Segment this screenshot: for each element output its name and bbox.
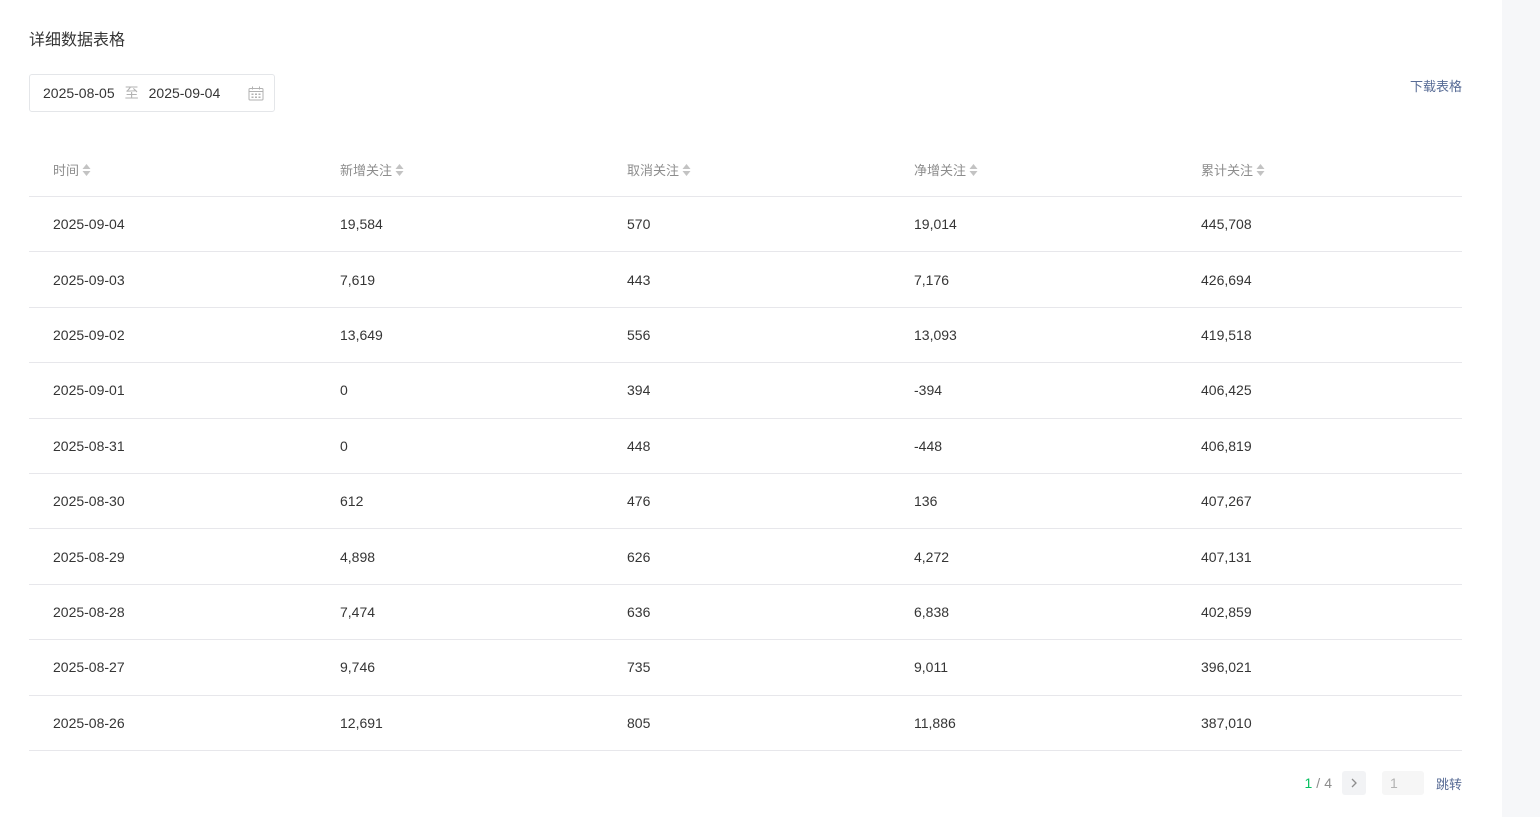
jump-button[interactable]: 跳转 [1436, 774, 1462, 793]
cell-cancel: 805 [627, 714, 651, 731]
cell-total: 407,267 [1201, 493, 1252, 510]
cell-date: 2025-08-30 [53, 493, 125, 510]
total-pages: 4 [1324, 775, 1332, 791]
column-header-unfollows[interactable]: 取消关注 [603, 160, 890, 179]
cell-total: 426,694 [1201, 271, 1252, 288]
table-row: 2025-09-01 0 394 -394 406,425 [29, 363, 1462, 419]
cell-new: 12,691 [340, 714, 383, 731]
cell-total: 396,021 [1201, 659, 1252, 676]
current-page: 1 [1304, 775, 1313, 791]
cell-date: 2025-08-31 [53, 437, 125, 454]
table-row: 2025-08-31 0 448 -448 406,819 [29, 419, 1462, 474]
cell-cancel: 476 [627, 493, 651, 510]
cell-new: 7,619 [340, 271, 376, 288]
cell-total: 445,708 [1201, 216, 1252, 233]
data-table: 时间 新增关注 取消关注 净增关注 累计关注 2025-09-04 19,584… [29, 142, 1462, 751]
table-row: 2025-08-30 612 476 136 407,267 [29, 474, 1462, 530]
table-row: 2025-08-29 4,898 626 4,272 407,131 [29, 529, 1462, 585]
cell-new: 4,898 [340, 548, 376, 565]
cell-total: 407,131 [1201, 548, 1252, 565]
page-number-input[interactable] [1381, 771, 1424, 795]
date-end[interactable]: 2025-09-04 [149, 85, 221, 101]
date-separator: 至 [124, 85, 139, 101]
calendar-icon[interactable] [248, 86, 264, 101]
cell-cancel: 556 [627, 326, 651, 343]
date-start[interactable]: 2025-08-05 [43, 85, 115, 101]
cell-cancel: 636 [627, 603, 651, 620]
column-header-time[interactable]: 时间 [29, 160, 316, 179]
sort-icon[interactable] [82, 163, 91, 177]
cell-total: 419,518 [1201, 326, 1252, 343]
cell-date: 2025-09-04 [53, 216, 125, 233]
table-row: 2025-08-26 12,691 805 11,886 387,010 [29, 696, 1462, 751]
cell-cancel: 448 [627, 437, 651, 454]
cell-cancel: 394 [627, 382, 651, 399]
sort-icon[interactable] [1256, 163, 1265, 177]
table-row: 2025-09-02 13,649 556 13,093 419,518 [29, 308, 1462, 364]
sort-icon[interactable] [395, 163, 404, 177]
cell-date: 2025-08-29 [53, 548, 125, 565]
table-row: 2025-08-27 9,746 735 9,011 396,021 [29, 640, 1462, 696]
cell-date: 2025-09-02 [53, 326, 125, 343]
cell-new: 0 [340, 382, 348, 399]
cell-cancel: 626 [627, 548, 651, 565]
table-row: 2025-08-28 7,474 636 6,838 402,859 [29, 585, 1462, 641]
cell-net: 4,272 [914, 548, 950, 565]
cell-net: 11,886 [914, 714, 956, 731]
page-divider: / [1316, 775, 1321, 791]
pagination: 1 / 4 跳转 [1304, 770, 1462, 796]
download-table-link[interactable]: 下载表格 [1410, 76, 1462, 95]
cell-net: 19,014 [914, 216, 957, 233]
section-title: 详细数据表格 [29, 32, 126, 49]
cell-new: 9,746 [340, 659, 376, 676]
cell-total: 387,010 [1201, 714, 1252, 731]
cell-date: 2025-08-26 [53, 714, 125, 731]
cell-net: 6,838 [914, 603, 950, 620]
right-gutter [1502, 0, 1540, 817]
cell-cancel: 735 [627, 659, 651, 676]
cell-net: 9,011 [914, 659, 948, 676]
cell-total: 406,819 [1201, 437, 1252, 454]
column-header-new-follows[interactable]: 新增关注 [316, 160, 603, 179]
cell-net: 7,176 [914, 271, 950, 288]
cell-new: 0 [340, 437, 348, 454]
table-row: 2025-09-04 19,584 570 19,014 445,708 [29, 197, 1462, 253]
cell-cancel: 570 [627, 216, 651, 233]
column-header-net-follows[interactable]: 净增关注 [890, 160, 1177, 179]
date-range-picker[interactable]: 2025-08-05 至 2025-09-04 [29, 74, 275, 112]
cell-date: 2025-09-01 [53, 382, 125, 399]
table-row: 2025-09-03 7,619 443 7,176 426,694 [29, 252, 1462, 308]
cell-new: 13,649 [340, 326, 383, 343]
column-header-total-follows[interactable]: 累计关注 [1177, 160, 1462, 179]
sort-icon[interactable] [969, 163, 978, 177]
cell-new: 7,474 [340, 603, 376, 620]
column-label: 时间 [53, 162, 80, 178]
cell-total: 406,425 [1201, 382, 1252, 399]
cell-net: 136 [914, 493, 938, 510]
cell-new: 612 [340, 493, 364, 510]
chevron-right-icon [1351, 778, 1357, 788]
cell-net: -394 [914, 382, 943, 399]
cell-date: 2025-08-28 [53, 603, 125, 620]
column-label: 取消关注 [627, 162, 680, 178]
cell-net: -448 [914, 437, 943, 454]
table-header: 时间 新增关注 取消关注 净增关注 累计关注 [29, 142, 1462, 197]
next-page-button[interactable] [1341, 771, 1366, 795]
cell-new: 19,584 [340, 216, 383, 233]
page: 详细数据表格 2025-08-05 至 2025-09-04 下载表格 时间 新… [0, 0, 1540, 817]
cell-date: 2025-08-27 [53, 659, 125, 676]
cell-date: 2025-09-03 [53, 271, 125, 288]
column-label: 净增关注 [914, 162, 967, 178]
cell-net: 13,093 [914, 326, 957, 343]
cell-total: 402,859 [1201, 603, 1252, 620]
column-label: 累计关注 [1201, 162, 1254, 178]
cell-cancel: 443 [627, 271, 651, 288]
sort-icon[interactable] [682, 163, 691, 177]
column-label: 新增关注 [340, 162, 393, 178]
